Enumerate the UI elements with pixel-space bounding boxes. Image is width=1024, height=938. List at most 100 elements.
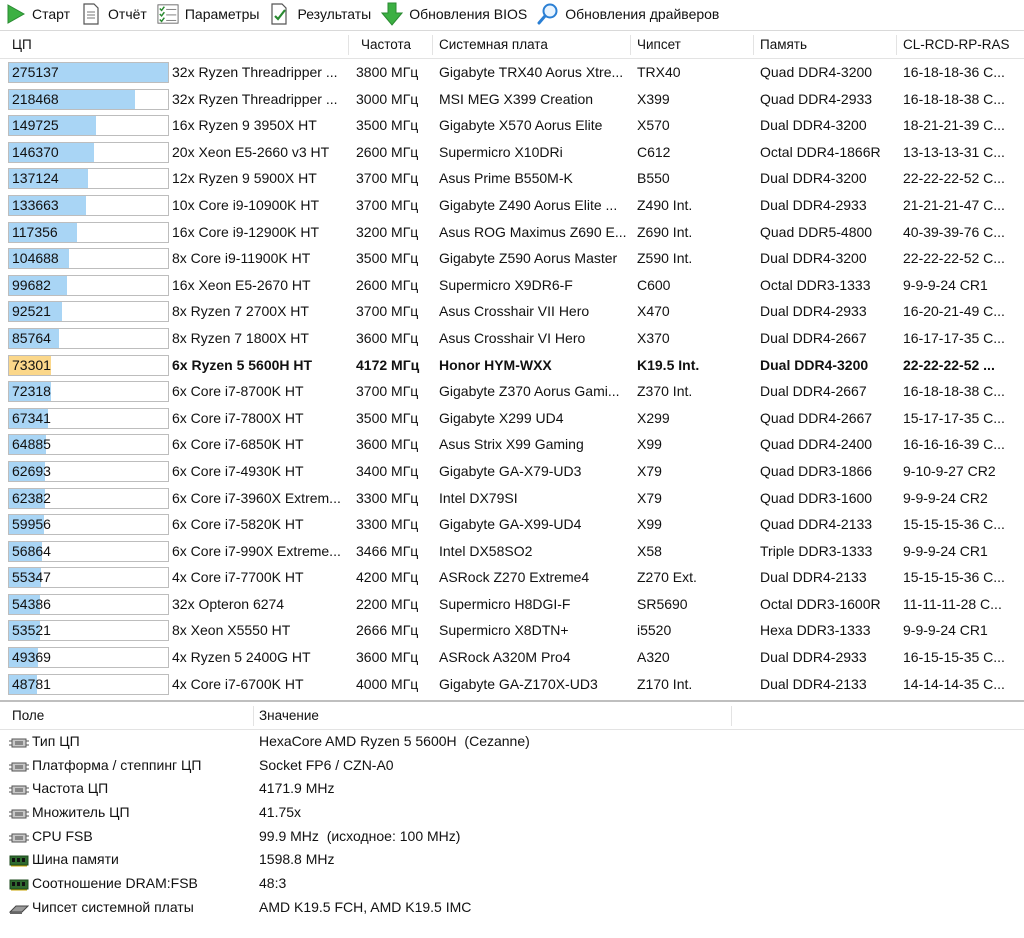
- table-row[interactable]: 67341 6x Core i7-7800X HT 3500 МГц Gigabyte…: [0, 405, 1024, 432]
- table-row[interactable]: 48781 4x Core i7-6700K HT 4000 МГц Gigabyte…: [0, 671, 1024, 698]
- column-header-cpu[interactable]: ЦП: [8, 31, 348, 59]
- score-bar: 133663: [8, 194, 169, 216]
- timings-cell: 15-17-17-35 C...: [903, 409, 1005, 426]
- frequency-cell: 3400 МГц: [356, 462, 419, 479]
- cpu-name-cell: 6x Core i7-5820K HT: [172, 516, 304, 533]
- table-row[interactable]: 49369 4x Ryzen 5 2400G HT 3600 МГц ASRock A…: [0, 644, 1024, 671]
- detail-row[interactable]: Частота ЦП 4171.9 MHz: [0, 777, 1024, 801]
- driver-updates-button-label: Обновления драйверов: [565, 6, 720, 22]
- column-separator[interactable]: [731, 706, 732, 726]
- detail-row[interactable]: Соотношение DRAM:FSB 48:3: [0, 872, 1024, 896]
- table-row[interactable]: 218468 32x Ryzen Threadripper ... 3000 МГц…: [0, 86, 1024, 113]
- memory-cell: Dual DDR4-3200: [760, 170, 867, 187]
- table-row[interactable]: 275137 32x Ryzen Threadripper ... 3800 МГц…: [0, 59, 1024, 86]
- table-row[interactable]: 62693 6x Core i7-4930K HT 3400 МГц Gigabyte…: [0, 458, 1024, 485]
- table-row[interactable]: 92521 8x Ryzen 7 2700X HT 3700 МГц Asus Cro…: [0, 298, 1024, 325]
- cpu-name-cell: 6x Ryzen 5 5600H HT: [172, 356, 313, 373]
- table-row[interactable]: 54386 32x Opteron 6274 2200 МГц Supermicro …: [0, 591, 1024, 618]
- column-header-field[interactable]: Поле: [8, 702, 253, 730]
- table-row[interactable]: 53521 8x Xeon X5550 HT 2666 МГц Supermicro …: [0, 617, 1024, 644]
- detail-row[interactable]: CPU FSB 99.9 MHz (исходное: 100 MHz): [0, 825, 1024, 849]
- start-button[interactable]: Старт: [4, 1, 70, 27]
- column-header-value[interactable]: Значение: [255, 702, 730, 730]
- column-separator[interactable]: [432, 35, 433, 55]
- frequency-cell: 4000 МГц: [356, 675, 419, 692]
- table-row[interactable]: 99682 16x Xeon E5-2670 HT 2600 МГц Supermic…: [0, 272, 1024, 299]
- table-row[interactable]: 85764 8x Ryzen 7 1800X HT 3600 МГц Asus Cro…: [0, 325, 1024, 352]
- table-row[interactable]: 59956 6x Core i7-5820K HT 3300 МГц Gigabyte…: [0, 511, 1024, 538]
- table-row[interactable]: 149725 16x Ryzen 9 3950X HT 3500 МГц Gigaby…: [0, 112, 1024, 139]
- memory-cell: Dual DDR4-2933: [760, 649, 867, 666]
- chipset-cell: X470: [637, 303, 670, 320]
- table-row[interactable]: 146370 20x Xeon E5-2660 v3 HT 2600 МГц Supe…: [0, 139, 1024, 166]
- table-row[interactable]: 56864 6x Core i7-990X Extreme... 3466 МГц I…: [0, 538, 1024, 565]
- memory-cell: Octal DDR3-1600R: [760, 595, 881, 612]
- memory-cell: Dual DDR4-2933: [760, 303, 867, 320]
- table-row[interactable]: 55347 4x Core i7-7700K HT 4200 МГц ASRock Z…: [0, 564, 1024, 591]
- cpu-name-cell: 16x Ryzen 9 3950X HT: [172, 117, 317, 134]
- score-value: 275137: [12, 64, 59, 80]
- detail-row[interactable]: Множитель ЦП 41.75x: [0, 801, 1024, 825]
- column-separator[interactable]: [896, 35, 897, 55]
- detail-row[interactable]: Чипсет системной платы AMD K19.5 FCH, AMD…: [0, 896, 1024, 920]
- column-separator[interactable]: [253, 706, 254, 726]
- table-row[interactable]: 73301 6x Ryzen 5 5600H HT 4172 МГц Honor HY…: [0, 352, 1024, 379]
- motherboard-cell: Gigabyte TRX40 Aorus Xtre...: [439, 64, 624, 80]
- memory-cell: Quad DDR3-1866: [760, 462, 873, 479]
- column-header-frequency[interactable]: Частота: [357, 31, 432, 59]
- memory-cell: Quad DDR4-2133: [760, 516, 873, 533]
- cpu-icon: [9, 831, 29, 843]
- start-button-label: Старт: [32, 6, 71, 22]
- column-header-timings[interactable]: CL-RCD-RP-RAS: [899, 31, 1024, 59]
- bios-updates-button[interactable]: Обновления BIOS: [381, 1, 527, 27]
- report-button[interactable]: Отчёт: [80, 1, 147, 27]
- detail-row[interactable]: Платформа / степпинг ЦП Socket FP6 / CZN-…: [0, 754, 1024, 778]
- detail-row[interactable]: Тип ЦП HexaCore AMD Ryzen 5 5600H (Cezann…: [0, 730, 1024, 754]
- chipset-cell: X79: [637, 489, 662, 506]
- score-bar: 99682: [8, 274, 169, 296]
- detail-field-value: 48:3: [259, 875, 287, 892]
- table-row[interactable]: 104688 8x Core i9-11900K HT 3500 МГц Gigaby…: [0, 245, 1024, 272]
- timings-cell: 15-15-15-36 C...: [903, 516, 1005, 533]
- checklist-icon: [157, 3, 179, 25]
- score-value: 149725: [12, 117, 59, 134]
- detail-row[interactable]: Шина памяти 1598.8 MHz: [0, 848, 1024, 872]
- frequency-cell: 3466 МГц: [356, 542, 419, 559]
- details-header: Поле Значение: [0, 702, 1024, 730]
- column-header-memory[interactable]: Память: [756, 31, 896, 59]
- column-header-chipset[interactable]: Чипсет: [633, 31, 753, 59]
- timings-cell: 9-9-9-24 CR2: [903, 489, 988, 506]
- frequency-cell: 3600 МГц: [356, 329, 419, 346]
- list-header: ЦП Частота Системная плата Чипсет Память…: [0, 31, 1024, 59]
- memory-cell: Quad DDR4-2933: [760, 90, 873, 107]
- benchmark-list[interactable]: ЦП Частота Системная плата Чипсет Память…: [0, 30, 1024, 700]
- motherboard-cell: Gigabyte Z590 Aorus Master: [439, 250, 618, 267]
- column-separator[interactable]: [348, 35, 349, 55]
- memory-cell: Dual DDR4-2933: [760, 196, 867, 213]
- table-row[interactable]: 62382 6x Core i7-3960X Extrem... 3300 МГц I…: [0, 485, 1024, 512]
- memory-cell: Dual DDR4-3200: [760, 356, 869, 373]
- driver-updates-button[interactable]: Обновления драйверов: [537, 1, 719, 27]
- table-row[interactable]: 133663 10x Core i9-10900K HT 3700 МГц Gigab…: [0, 192, 1024, 219]
- cpu-name-cell: 6x Core i7-990X Extreme...: [172, 542, 341, 559]
- table-row[interactable]: 117356 16x Core i9-12900K HT 3200 МГц Asus …: [0, 219, 1024, 246]
- score-value: 72318: [12, 383, 51, 400]
- table-row[interactable]: 64885 6x Core i7-6850K HT 3600 МГц Asus Str…: [0, 431, 1024, 458]
- results-button[interactable]: Результаты: [269, 1, 371, 27]
- column-header-motherboard[interactable]: Системная плата: [435, 31, 630, 59]
- score-bar: 59956: [8, 514, 169, 536]
- table-row[interactable]: 137124 12x Ryzen 9 5900X HT 3700 МГц Asus P…: [0, 165, 1024, 192]
- score-value: 137124: [12, 170, 59, 187]
- frequency-cell: 2666 МГц: [356, 622, 419, 639]
- detail-field-label: Частота ЦП: [32, 780, 109, 797]
- motherboard-cell: Gigabyte X299 UD4: [439, 409, 564, 426]
- score-bar: 146370: [8, 141, 169, 163]
- parameters-button[interactable]: Параметры: [157, 1, 259, 27]
- cpu-name-cell: 6x Core i7-3960X Extrem...: [172, 489, 341, 506]
- column-separator[interactable]: [753, 35, 754, 55]
- score-value: 73301: [12, 356, 51, 373]
- cpu-name-cell: 8x Ryzen 7 1800X HT: [172, 329, 309, 346]
- column-separator[interactable]: [630, 35, 631, 55]
- timings-cell: 9-9-9-24 CR1: [903, 542, 988, 559]
- table-row[interactable]: 72318 6x Core i7-8700K HT 3700 МГц Gigabyte…: [0, 378, 1024, 405]
